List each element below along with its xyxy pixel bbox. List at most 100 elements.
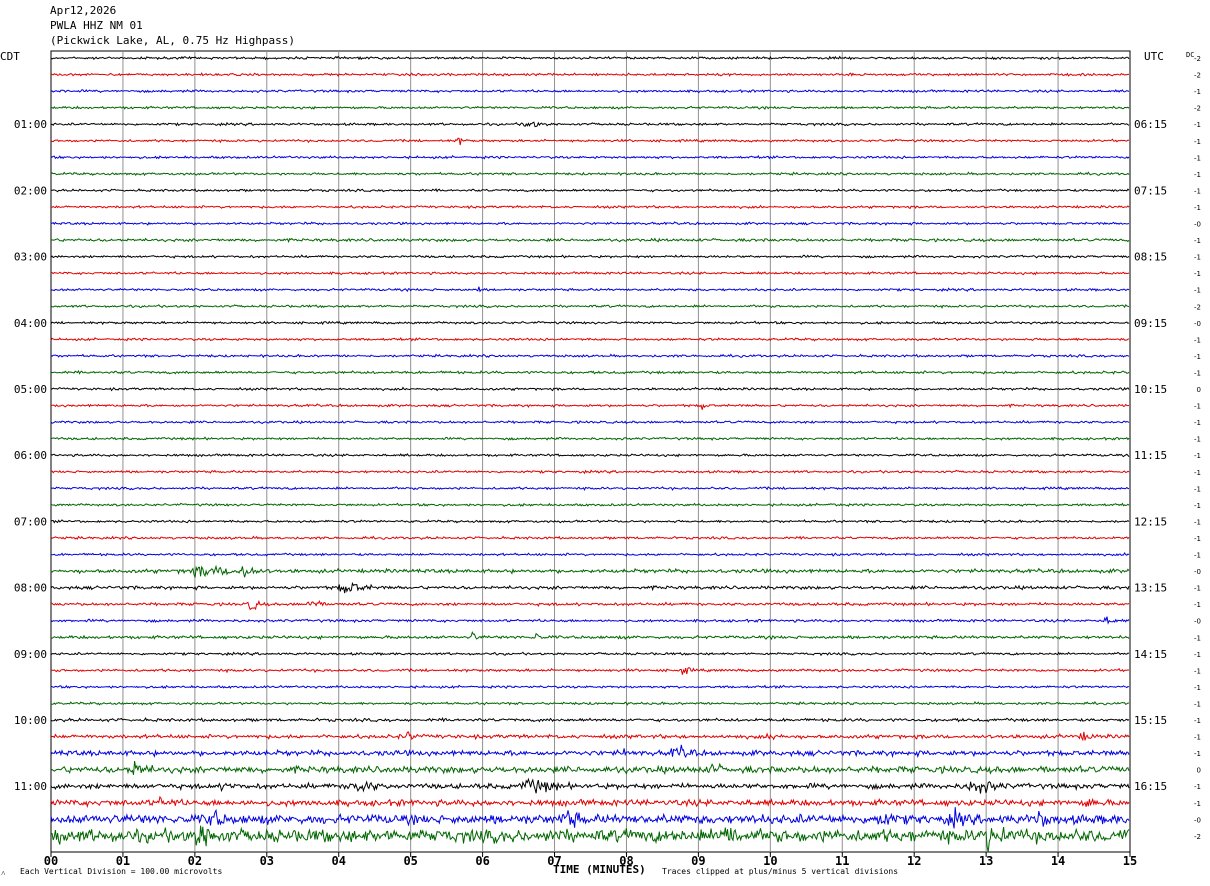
- utc-hour-label: 14:15: [1134, 648, 1167, 661]
- cdt-hour-label: 03:00: [14, 251, 47, 264]
- seismic-trace: [50, 581, 1130, 594]
- dc-offset-label: -1: [1194, 783, 1201, 791]
- seismic-trace: [50, 777, 1130, 794]
- dc-offset-label: -2: [1194, 72, 1201, 80]
- seismic-trace: [50, 616, 1130, 625]
- seismic-trace: [50, 552, 1130, 557]
- dc-offset-label: -1: [1194, 171, 1201, 179]
- seismic-trace: [50, 320, 1130, 326]
- dc-offset-label: -1: [1194, 138, 1201, 146]
- seismic-trace: [50, 88, 1130, 94]
- seismic-trace: [50, 337, 1130, 342]
- seismic-trace: [50, 386, 1130, 392]
- seismic-trace: [50, 171, 1130, 177]
- x-tick-label: 03: [260, 854, 274, 868]
- x-tick-label: 11: [835, 854, 849, 868]
- dc-offset-label: -2: [1194, 55, 1201, 63]
- x-tick-label: 04: [332, 854, 346, 868]
- seismic-trace: [50, 684, 1130, 690]
- utc-hour-label: 11:15: [1134, 449, 1167, 462]
- dc-offset-label: -1: [1194, 502, 1201, 510]
- seismic-trace: [50, 469, 1130, 475]
- seismic-trace: [50, 369, 1130, 375]
- dc-offset-label: -1: [1194, 204, 1201, 212]
- dc-offset-label: -1: [1194, 154, 1201, 162]
- seismic-trace: [50, 237, 1130, 244]
- cdt-hour-label: 05:00: [14, 383, 47, 396]
- dc-offset-label: -1: [1194, 601, 1201, 609]
- corner-mark: ˄: [1, 869, 6, 878]
- cdt-hour-label: 07:00: [14, 515, 47, 528]
- seismic-trace: [50, 535, 1130, 541]
- cdt-hour-label: 11:00: [14, 780, 47, 793]
- dc-offset-label: -1: [1194, 287, 1201, 295]
- dc-offset-label: -1: [1194, 684, 1201, 692]
- dc-offset-label: -1: [1194, 469, 1201, 477]
- seismic-trace: [50, 564, 1130, 578]
- dc-offset-label: -1: [1194, 700, 1201, 708]
- dc-offset-label: -1: [1194, 535, 1201, 543]
- utc-hour-label: 16:15: [1134, 780, 1167, 793]
- dc-offset-label: 0: [1197, 386, 1201, 394]
- utc-hour-label: 09:15: [1134, 317, 1167, 330]
- dc-offset-label: -1: [1194, 187, 1201, 195]
- cdt-hour-label: 02:00: [14, 184, 47, 197]
- dc-offset-label: -1: [1194, 734, 1201, 742]
- seismic-trace: [50, 731, 1130, 742]
- seismic-trace: [50, 667, 1130, 675]
- seismic-trace: [50, 353, 1130, 359]
- seismic-trace: [51, 221, 1130, 226]
- seismic-trace: [50, 105, 1130, 110]
- seismic-trace: [50, 304, 1130, 309]
- seismic-trace: [50, 254, 1130, 259]
- dc-offset-label: -1: [1194, 270, 1201, 278]
- seismic-trace: [50, 204, 1130, 210]
- utc-hour-label: 10:15: [1134, 383, 1167, 396]
- x-tick-label: 13: [979, 854, 993, 868]
- cdt-hour-label: 04:00: [14, 317, 47, 330]
- seismic-trace: [50, 270, 1130, 276]
- utc-hour-label: 07:15: [1134, 184, 1167, 197]
- dc-offset-label: -0: [1194, 320, 1201, 328]
- seismic-trace: [50, 717, 1130, 723]
- seismic-trace: [50, 154, 1130, 160]
- seismic-trace: [50, 631, 1130, 641]
- x-tick-label: 06: [475, 854, 489, 868]
- x-axis-title: TIME (MINUTES): [553, 863, 646, 876]
- seismic-trace: [50, 137, 1130, 146]
- seismic-trace: [50, 744, 1130, 759]
- dc-offset-label: -1: [1194, 585, 1201, 593]
- dc-offset-label: -1: [1194, 436, 1201, 444]
- seismic-trace: [50, 502, 1130, 508]
- cdt-hour-label: 01:00: [14, 118, 47, 131]
- seismic-trace: [50, 188, 1130, 193]
- seismic-trace: [50, 807, 1130, 829]
- x-tick-label: 14: [1051, 854, 1065, 868]
- utc-hour-label: 13:15: [1134, 582, 1167, 595]
- seismic-trace: [50, 436, 1130, 441]
- seismic-trace: [50, 403, 1130, 410]
- x-tick-label: 10: [763, 854, 777, 868]
- dc-offset-label: -1: [1194, 353, 1201, 361]
- plot-frame: [50, 50, 1131, 853]
- dc-offset-label: -1: [1194, 88, 1201, 96]
- seismic-trace: [50, 761, 1130, 776]
- dc-offset-label: -1: [1194, 667, 1201, 675]
- x-tick-label: 01: [116, 854, 130, 868]
- seismic-trace: [50, 795, 1130, 809]
- seismic-trace: [50, 519, 1130, 524]
- dc-offset-label: -0: [1194, 816, 1201, 824]
- seismic-trace: [50, 55, 1130, 61]
- dc-offset-label: -1: [1194, 336, 1201, 344]
- x-tick-label: 00: [44, 854, 58, 868]
- utc-hour-label: 06:15: [1134, 118, 1167, 131]
- seismic-trace: [50, 286, 1130, 293]
- dc-offset-label: -1: [1194, 452, 1201, 460]
- cdt-hour-label: 06:00: [14, 449, 47, 462]
- dc-offset-label: 0: [1197, 767, 1201, 775]
- seismic-trace: [50, 486, 1130, 492]
- dc-offset-label: -1: [1194, 651, 1201, 659]
- dc-offset-label: -1: [1194, 717, 1201, 725]
- cdt-hour-label: 08:00: [14, 582, 47, 595]
- dc-offset-label: -1: [1194, 419, 1201, 427]
